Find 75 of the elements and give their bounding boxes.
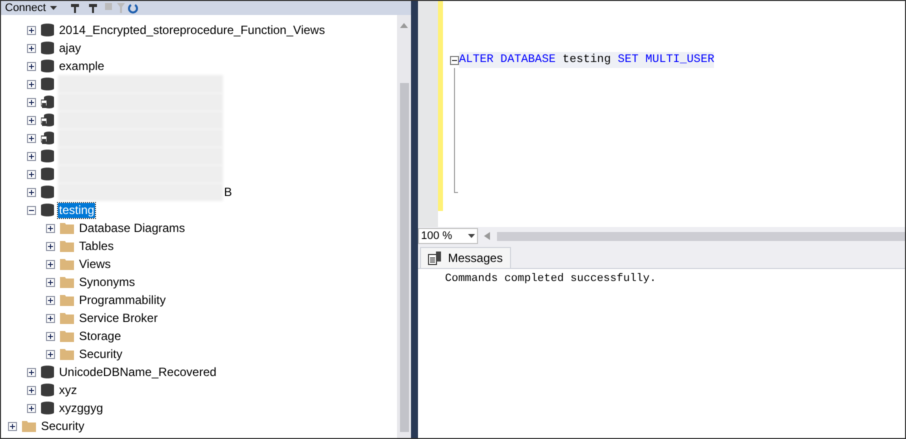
database-icon: [41, 167, 54, 181]
tree-item[interactable]: B: [223, 184, 234, 200]
database-icon: [41, 149, 54, 163]
folder-icon: [60, 312, 74, 324]
database-icon: [41, 41, 54, 55]
expand-icon[interactable]: [27, 368, 36, 376]
expand-icon[interactable]: [46, 260, 55, 268]
expand-icon[interactable]: [27, 80, 36, 88]
tree-item[interactable]: example: [58, 58, 106, 74]
tree-item[interactable]: Service Broker: [78, 310, 159, 326]
tree-item[interactable]: Storage: [78, 328, 122, 344]
expand-icon[interactable]: [46, 332, 55, 340]
tree-item[interactable]: Security: [78, 346, 124, 362]
folder-icon: [22, 420, 36, 432]
expand-icon[interactable]: [46, 242, 55, 250]
tree-item[interactable]: Views: [78, 256, 112, 272]
tree-item[interactable]: ajay: [58, 40, 82, 56]
tree-item[interactable]: testing: [58, 202, 96, 218]
expand-icon[interactable]: [27, 116, 36, 124]
expand-icon[interactable]: [27, 44, 36, 52]
tree-item[interactable]: Programmability: [78, 292, 167, 308]
expand-icon[interactable]: [27, 152, 36, 160]
database-icon: [41, 77, 54, 91]
expand-icon[interactable]: [46, 314, 55, 322]
connect-button[interactable]: Connect: [5, 2, 57, 14]
expand-icon[interactable]: [8, 422, 17, 430]
expand-icon[interactable]: [27, 188, 36, 196]
dropdown-arrow-icon: [50, 6, 57, 10]
database-icon: [41, 203, 54, 217]
database-icon: [41, 185, 54, 199]
tree-item[interactable]: 2014_Encrypted_storeprocedure_Function_Views: [58, 22, 326, 38]
tree-item[interactable]: Database Diagrams: [78, 220, 186, 236]
expand-icon[interactable]: [46, 296, 55, 304]
message-icon: [428, 251, 442, 265]
expand-icon[interactable]: [27, 62, 36, 70]
message-text: Commands completed successfully.: [445, 272, 658, 286]
dropdown-arrow-icon: [468, 234, 475, 238]
scrollbar-thumb[interactable]: [400, 83, 408, 432]
sql-statement: ALTER DATABASE testing SET MULTI_USER: [459, 52, 714, 68]
folder-icon: [60, 240, 74, 252]
database-icon: [41, 365, 54, 379]
database-icon: [41, 23, 54, 37]
expand-icon[interactable]: [46, 350, 55, 358]
expand-icon[interactable]: [27, 98, 36, 106]
folder-icon: [60, 276, 74, 288]
toolbar-icons[interactable]: [68, 2, 139, 14]
tree-item[interactable]: Security: [40, 418, 86, 434]
collapse-icon[interactable]: [450, 56, 459, 64]
collapse-icon[interactable]: [27, 206, 36, 214]
tree-item[interactable]: Synonyms: [78, 274, 136, 290]
tree-item[interactable]: Tables: [78, 238, 115, 254]
database-icon: [41, 401, 54, 415]
folder-icon: [60, 258, 74, 270]
folder-icon: [60, 348, 74, 360]
expand-icon[interactable]: [27, 134, 36, 142]
expand-icon[interactable]: [27, 386, 36, 394]
database-user-icon: [41, 95, 54, 109]
expand-icon[interactable]: [27, 26, 36, 34]
expand-icon[interactable]: [27, 404, 36, 412]
expand-icon[interactable]: [46, 278, 55, 286]
tree-item[interactable]: xyzggyg: [58, 400, 104, 416]
horizontal-scrollbar[interactable]: [497, 232, 905, 240]
folder-icon: [60, 330, 74, 342]
tree-item[interactable]: xyz: [58, 382, 78, 398]
folder-icon: [60, 294, 74, 306]
database-icon: [41, 383, 54, 397]
database-user-icon: [41, 113, 54, 127]
folder-icon: [60, 222, 74, 234]
database-user-icon: [41, 131, 54, 145]
expand-icon[interactable]: [46, 224, 55, 232]
database-icon: [41, 59, 54, 73]
zoom-dropdown[interactable]: 100 %: [418, 228, 478, 244]
tree-item[interactable]: UnicodeDBName_Recovered: [58, 364, 218, 380]
messages-tab[interactable]: Messages: [420, 247, 511, 268]
expand-icon[interactable]: [27, 170, 36, 178]
